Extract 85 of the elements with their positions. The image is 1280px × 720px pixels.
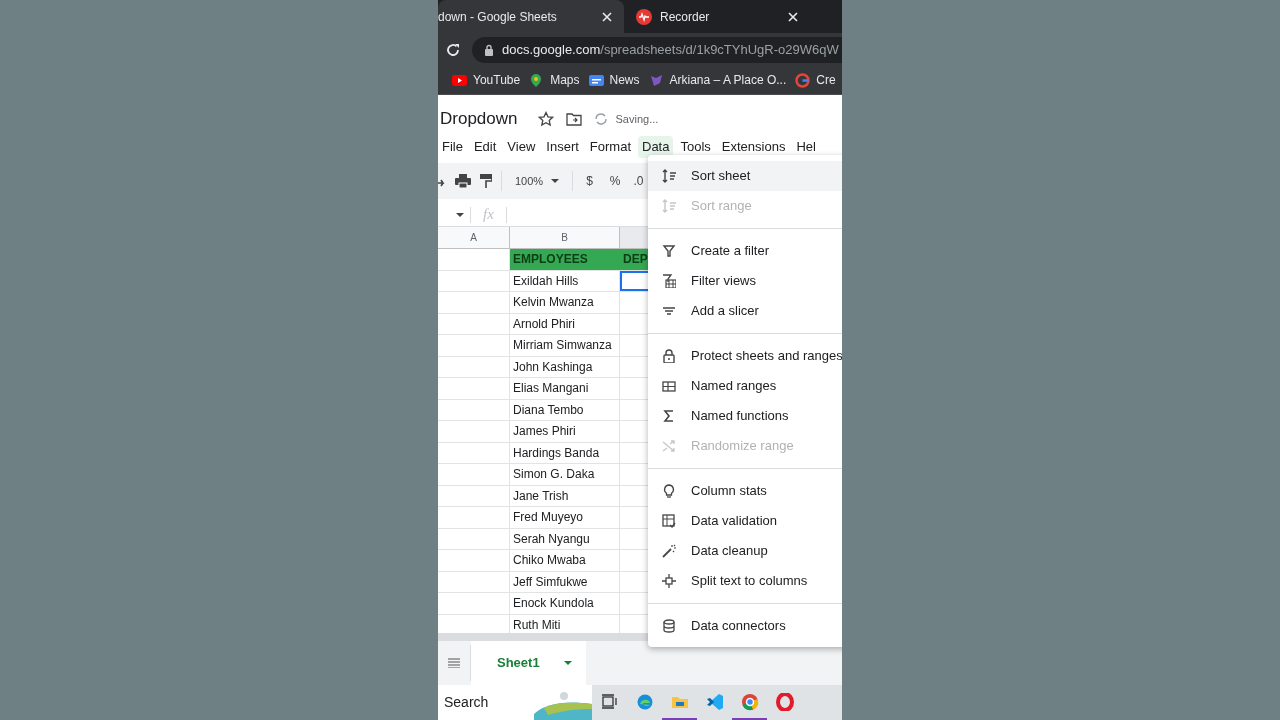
table-cell: Fred Muyeyo	[510, 507, 620, 528]
menu-item[interactable]: Format	[585, 136, 635, 158]
shuffle-icon	[662, 439, 676, 453]
newspaper-icon	[588, 72, 604, 88]
caret-icon	[563, 661, 572, 665]
recorder-icon	[636, 8, 652, 25]
star-icon[interactable]	[537, 111, 554, 127]
caret-icon	[551, 179, 560, 183]
browser-tab[interactable]: down - Google Sheets	[438, 0, 624, 33]
decimal-button[interactable]: .0	[633, 172, 644, 190]
reload-icon[interactable]	[446, 42, 460, 57]
bookmark[interactable]: News	[588, 71, 640, 89]
bookmark[interactable]: Maps	[529, 71, 580, 89]
zoom-dropdown[interactable]: 100%	[511, 172, 564, 190]
menu-item[interactable]: Tools	[676, 136, 715, 158]
menu-item[interactable]: Sort sheet	[648, 161, 842, 191]
table-cell: Exildah Hills	[510, 270, 620, 291]
landscape-drawing	[534, 692, 592, 720]
ribbon-icon	[648, 72, 664, 88]
tab-title: Recorder	[660, 8, 711, 26]
table-cell: Simon G. Daka	[510, 464, 620, 485]
menu-item[interactable]: Data	[638, 136, 674, 158]
table-cell: John Kashinga	[510, 356, 620, 377]
menu-item[interactable]: Protect sheets and ranges	[648, 341, 842, 371]
table-cell: Chiko Mwaba	[510, 550, 620, 571]
table-cell: Kelvin Mwanza	[510, 292, 620, 313]
function-label: fx	[482, 205, 495, 225]
menu-item[interactable]: Extensions	[717, 136, 790, 158]
lock-icon	[662, 349, 676, 363]
close-icon[interactable]	[602, 11, 612, 22]
ring-icon	[775, 692, 794, 711]
table-cell: Arnold Phiri	[510, 313, 620, 334]
code-ribbon-icon	[705, 692, 724, 711]
column-header[interactable]: A	[438, 227, 510, 248]
filter-lines-icon	[662, 304, 676, 318]
lightbulb-icon	[662, 484, 676, 498]
bookmark[interactable]: Cre	[795, 71, 836, 89]
table-cell: Diana Tembo	[510, 399, 620, 420]
print-icon[interactable]	[455, 174, 471, 188]
table-cell: Jane Trish	[510, 485, 620, 506]
sigma-icon	[662, 409, 676, 423]
table-cell: James Phiri	[510, 421, 620, 442]
arrows-cross-icon	[662, 574, 676, 588]
sync-icon	[593, 112, 608, 126]
magic-wand-icon	[662, 544, 676, 558]
menu-item[interactable]: View	[503, 136, 540, 158]
paint-roller-icon[interactable]	[480, 174, 492, 188]
folder-icon[interactable]	[565, 112, 582, 126]
menu-item[interactable]: Insert	[542, 136, 583, 158]
tab-title: down - Google Sheets	[438, 8, 558, 26]
bookmark[interactable]: Arkiana – A Place O...	[648, 71, 787, 89]
funnel-icon	[662, 244, 676, 258]
checked-table-icon	[662, 514, 676, 528]
table-cell: Enock Kundola	[510, 593, 620, 614]
swirl-icon	[635, 692, 654, 711]
caret-icon[interactable]	[456, 212, 464, 217]
url-text: docs.google.com/spreadsheets/d/1k9cTYhUgR-o29W6qW	[502, 40, 839, 59]
task-view-icon	[600, 692, 619, 711]
menu-item[interactable]: File	[438, 136, 467, 158]
sort-icon	[662, 199, 676, 213]
lock-icon	[484, 43, 494, 56]
table-cell: Hardings Banda	[510, 442, 620, 463]
table-cell: EMPLOYEES	[510, 249, 620, 270]
close-icon[interactable]	[788, 11, 798, 22]
database-icon	[662, 619, 676, 633]
chrome-ring-icon	[740, 692, 759, 711]
table-icon	[662, 379, 676, 393]
percent-button[interactable]: %	[605, 172, 625, 190]
table-cell: Mirriam Simwanza	[510, 335, 620, 356]
bookmark[interactable]: YouTube	[452, 71, 521, 89]
menu-item[interactable]: Hel	[792, 136, 820, 158]
menu-item[interactable]: Edit	[469, 136, 501, 158]
save-status: Saving...	[615, 111, 659, 127]
sheet-tab[interactable]: Sheet1	[471, 641, 586, 685]
table-cell: Serah Nyangu	[510, 528, 620, 549]
funnel-grid-icon	[662, 274, 676, 288]
play-icon	[452, 72, 467, 88]
sort-icon	[662, 169, 676, 183]
document-title[interactable]: Dropdown	[440, 106, 518, 132]
address-bar[interactable]: docs.google.com/spreadsheets/d/1k9cTYhUgR-o29W6qW	[472, 36, 842, 63]
g-letter-icon	[795, 72, 811, 88]
currency-button[interactable]: $	[582, 172, 597, 190]
table-cell: Elias Mangani	[510, 378, 620, 399]
search-field[interactable]: Search	[438, 685, 592, 720]
table-cell: Jeff Simfukwe	[510, 571, 620, 592]
